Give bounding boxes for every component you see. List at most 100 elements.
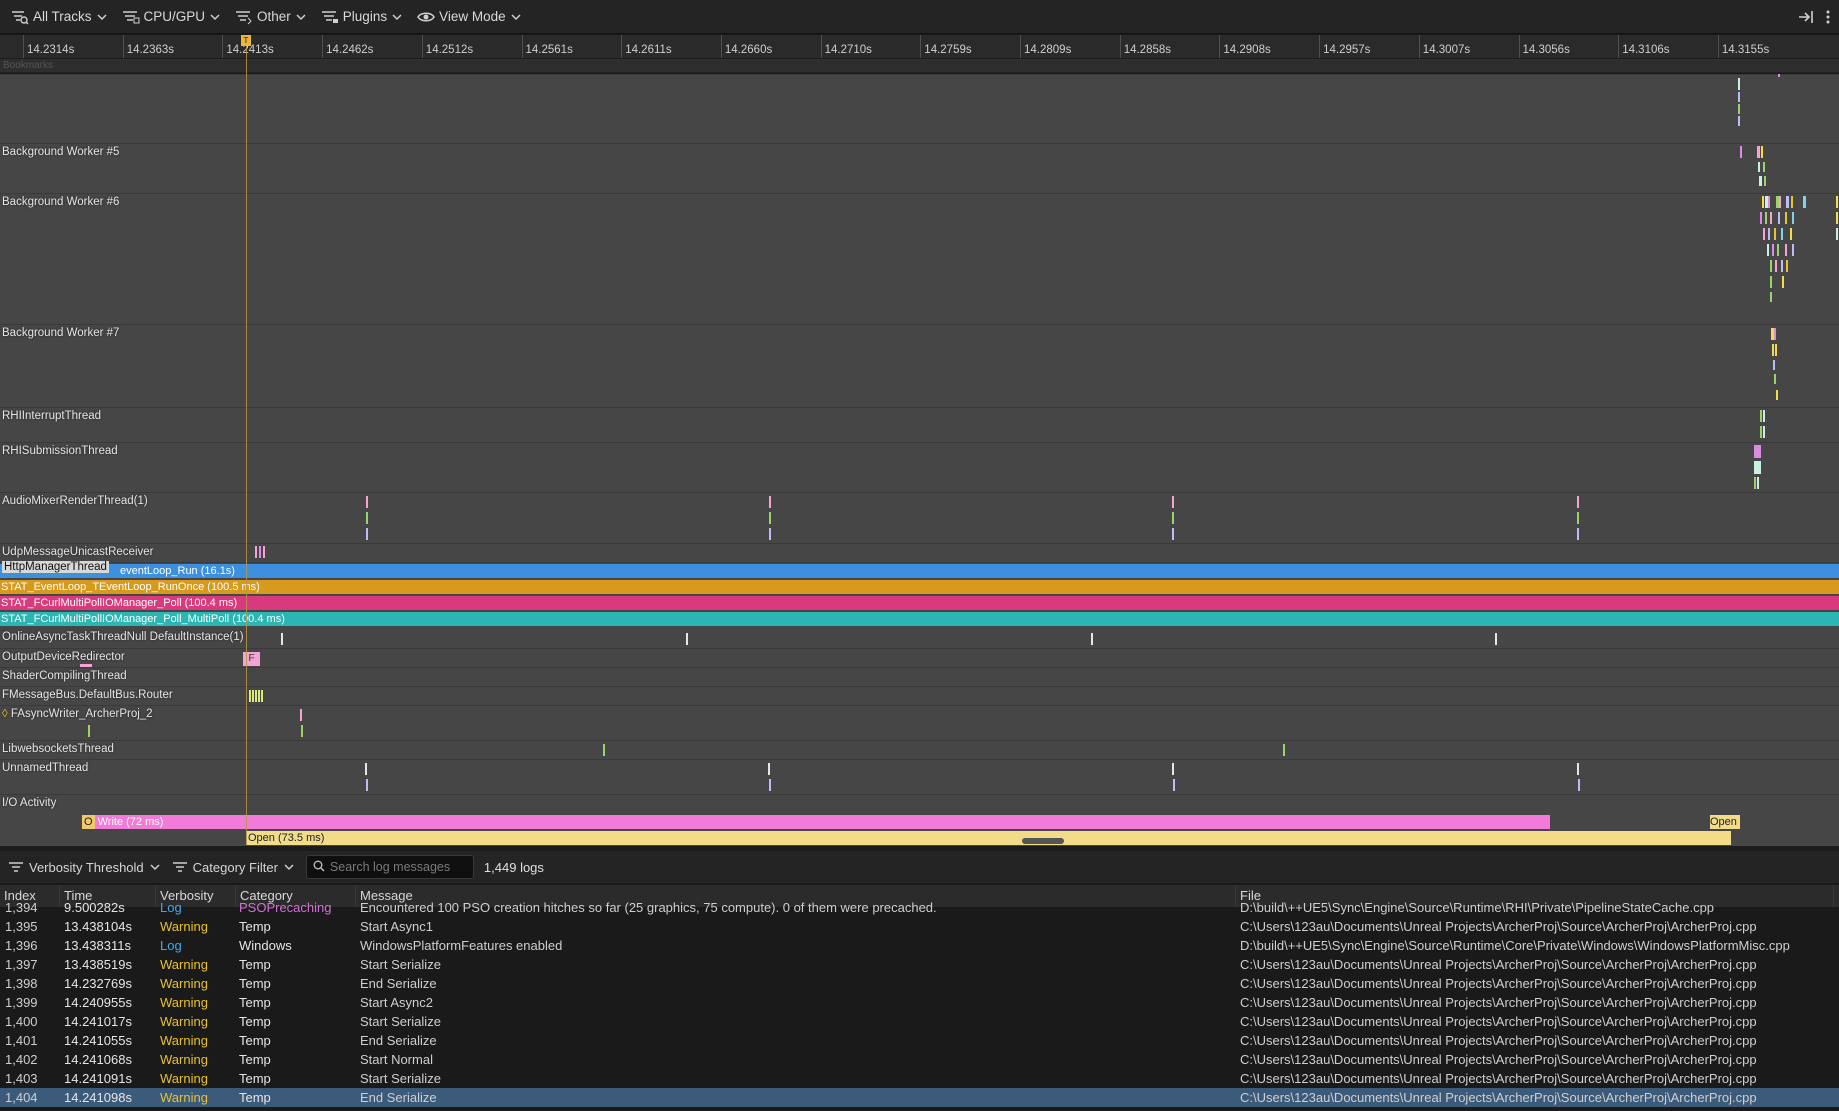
log-cell-category: Temp <box>239 919 271 934</box>
track-background-worker-7[interactable]: Background Worker #7 <box>0 324 1839 407</box>
event-loop-run-once-bar[interactable]: STAT_EventLoop_TEventLoop_RunOnce (100.5… <box>0 580 1839 594</box>
chevron-down-icon <box>210 12 220 22</box>
log-row[interactable]: 1,397 13.438519s Warning Temp Start Serializ… <box>0 955 1839 974</box>
ruler-tick-label: 14.2710s <box>824 44 872 56</box>
all-tracks-button[interactable]: All Tracks <box>6 4 112 30</box>
log-cell-index: 1,394 <box>5 900 38 915</box>
track-shader-compiling-thread[interactable]: ShaderCompilingThread <box>0 667 1839 686</box>
track-label: ◊ FAsyncWriter_ArcherProj_2 <box>2 708 153 720</box>
log-cell-message: Start Normal <box>360 1052 433 1067</box>
track-label: Background Worker #6 <box>2 196 120 208</box>
horizontal-scroll-thumb[interactable] <box>1022 838 1064 844</box>
io-write-bar[interactable]: O Write (72 ms) <box>82 815 1550 829</box>
log-row[interactable]: 1,398 14.232769s Warning Temp End Serialize C… <box>0 974 1839 993</box>
plugins-button[interactable]: Plugins <box>316 4 407 30</box>
dock-right-icon[interactable] <box>1795 10 1817 24</box>
event-loop-run-bar[interactable]: eventLoop_Run (16.1s) <box>0 564 1839 578</box>
track-output-device-redirector[interactable]: OutputDeviceRedirector F <box>0 648 1839 667</box>
log-row[interactable]: 1,394 9.500282s Log PSOPrecaching Encountere… <box>0 898 1839 917</box>
log-row[interactable]: 1,399 14.240955s Warning Temp Start Async2 C:… <box>0 993 1839 1012</box>
io-open-small-bar[interactable]: Open <box>1710 815 1740 829</box>
log-table[interactable]: Index Time Verbosity Category Message Fi… <box>0 883 1839 1111</box>
search-box[interactable] <box>305 855 474 879</box>
track-unnamed-thread[interactable]: UnnamedThread <box>0 759 1839 794</box>
track-label: RHISubmissionThread <box>2 445 118 457</box>
log-row[interactable]: 1,404 14.241098s Warning Temp End Serialize C… <box>0 1088 1839 1107</box>
track-message-bus-router[interactable]: FMessageBus.DefaultBus.Router <box>0 686 1839 705</box>
ruler-tick-label: 14.2908s <box>1223 44 1271 56</box>
log-row[interactable]: 1,403 14.241091s Warning Temp Start Serializ… <box>0 1069 1839 1088</box>
log-cell-time: 14.241068s <box>64 1052 132 1067</box>
log-cell-message: End Serialize <box>360 1033 437 1048</box>
cpu-gpu-button[interactable]: CPU/GPU <box>117 4 226 30</box>
chevron-down-icon <box>96 12 107 22</box>
log-cell-file: C:\Users\123au\Documents\Unreal Projects… <box>1240 995 1757 1010</box>
log-cell-time: 9.500282s <box>64 900 125 915</box>
search-input[interactable] <box>329 860 470 874</box>
track-io-activity[interactable]: I/O Activity O Write (72 ms) Open Open (… <box>0 794 1839 846</box>
track-label: Background Worker #7 <box>2 327 120 339</box>
verbosity-threshold-button[interactable]: Verbosity Threshold <box>8 860 160 875</box>
time-cursor-line[interactable] <box>246 35 247 845</box>
other-button[interactable]: Other <box>230 4 311 30</box>
ruler-tick-mark <box>1219 35 1221 58</box>
bookmarks-label: Bookmarks <box>3 60 54 71</box>
track-http-manager-thread[interactable]: eventLoop_Run (16.1s) STAT_EventLoop_TEv… <box>0 561 1839 636</box>
track-async-writer[interactable]: ◊ FAsyncWriter_ArcherProj_2 <box>0 705 1839 740</box>
verbosity-threshold-label: Verbosity Threshold <box>29 859 144 875</box>
log-row[interactable]: 1,401 14.241055s Warning Temp End Serialize C… <box>0 1031 1839 1050</box>
track-rhi-submission-thread[interactable]: RHISubmissionThread <box>0 442 1839 492</box>
log-cell-category: Temp <box>239 1071 271 1086</box>
log-cell-message: WindowsPlatformFeatures enabled <box>360 938 563 953</box>
log-cell-file: C:\Users\123au\Documents\Unreal Projects… <box>1240 1014 1757 1029</box>
track-label: OnlineAsyncTaskThreadNull DefaultInstanc… <box>2 631 244 643</box>
timing-tracks-area[interactable]: Background Worker #5 Background Worker #… <box>0 74 1839 846</box>
bookmarks-track: Bookmarks <box>0 59 1839 73</box>
other-label: Other <box>257 9 291 24</box>
ruler-tick-label: 14.2512s <box>425 44 474 56</box>
plugins-label: Plugins <box>342 9 388 24</box>
log-row[interactable]: 1,402 14.241068s Warning Temp Start Normal C:… <box>0 1050 1839 1069</box>
curl-multipoll-bar[interactable]: STAT_FCurlMultiPollIOManager_Poll_MultiP… <box>0 612 1839 626</box>
chevron-down-icon <box>511 12 521 22</box>
ruler-tick-label: 14.3056s <box>1522 44 1570 56</box>
tracks-filter-icon <box>11 9 29 25</box>
search-icon <box>313 860 325 875</box>
log-cell-verbosity: Warning <box>160 957 208 972</box>
ruler-tick-label: 14.2314s <box>27 44 75 56</box>
track-background-worker-5[interactable]: Background Worker #5 <box>0 143 1839 193</box>
curl-poll-bar[interactable]: STAT_FCurlMultiPollIOManager_Poll (100.4… <box>0 596 1839 610</box>
log-cell-message: End Serialize <box>360 976 437 991</box>
track-rhi-interrupt-thread[interactable]: RHIInterruptThread <box>0 407 1839 442</box>
track-libwebsockets-thread[interactable]: LibwebsocketsThread <box>0 740 1839 759</box>
more-vertical-icon[interactable] <box>1817 10 1839 24</box>
ruler-tick-mark <box>1119 35 1121 58</box>
log-cell-message: Start Async1 <box>360 919 433 934</box>
track-udp-message-unicast-receiver[interactable]: UdpMessageUnicastReceiver <box>0 543 1839 562</box>
view-mode-button[interactable]: View Mode <box>412 4 526 30</box>
log-row[interactable]: 1,395 13.438104s Warning Temp Start Async1 C:… <box>0 917 1839 936</box>
track-background-worker-6[interactable]: Background Worker #6 <box>0 193 1839 324</box>
log-cell-verbosity: Warning <box>160 1052 208 1067</box>
category-filter-button[interactable]: Category Filter <box>172 860 294 875</box>
track-audio-mixer-render-thread[interactable]: AudioMixerRenderThread(1) <box>0 492 1839 543</box>
ruler-tick-mark <box>1319 35 1321 58</box>
track-online-async-task-thread[interactable]: OnlineAsyncTaskThreadNull DefaultInstanc… <box>0 629 1839 648</box>
log-cell-time: 13.438519s <box>64 957 132 972</box>
log-cell-file: D:\build\++UE5\Sync\Engine\Source\Runtim… <box>1240 938 1790 953</box>
time-cursor-marker[interactable]: T <box>241 35 251 46</box>
ruler-tick-label: 14.2759s <box>924 44 972 56</box>
io-open-bar[interactable]: Open (73.5 ms) <box>246 831 1731 845</box>
log-cell-message: Start Serialize <box>360 1014 441 1029</box>
ruler-tick-mark <box>1418 35 1420 58</box>
time-ruler[interactable]: 14.2314s 14.2363s 14.2413s 14.2462s 14.2512s… <box>0 35 1839 59</box>
ruler-tick-label: 14.2809s <box>1024 44 1072 56</box>
log-cell-time: 14.241017s <box>64 1014 132 1029</box>
ruler-tick-label: 14.2611s <box>625 44 672 56</box>
log-cell-file: D:\build\++UE5\Sync\Engine\Source\Runtim… <box>1240 900 1715 915</box>
log-cell-message: Encountered 100 PSO creation hitches so … <box>360 900 937 915</box>
log-row[interactable]: 1,396 13.438311s Log Windows WindowsPlatform… <box>0 936 1839 955</box>
filter-icon <box>8 861 24 873</box>
log-row[interactable]: 1,400 14.241017s Warning Temp Start Serializ… <box>0 1012 1839 1031</box>
ruler-tick-label: 14.2363s <box>126 44 175 56</box>
